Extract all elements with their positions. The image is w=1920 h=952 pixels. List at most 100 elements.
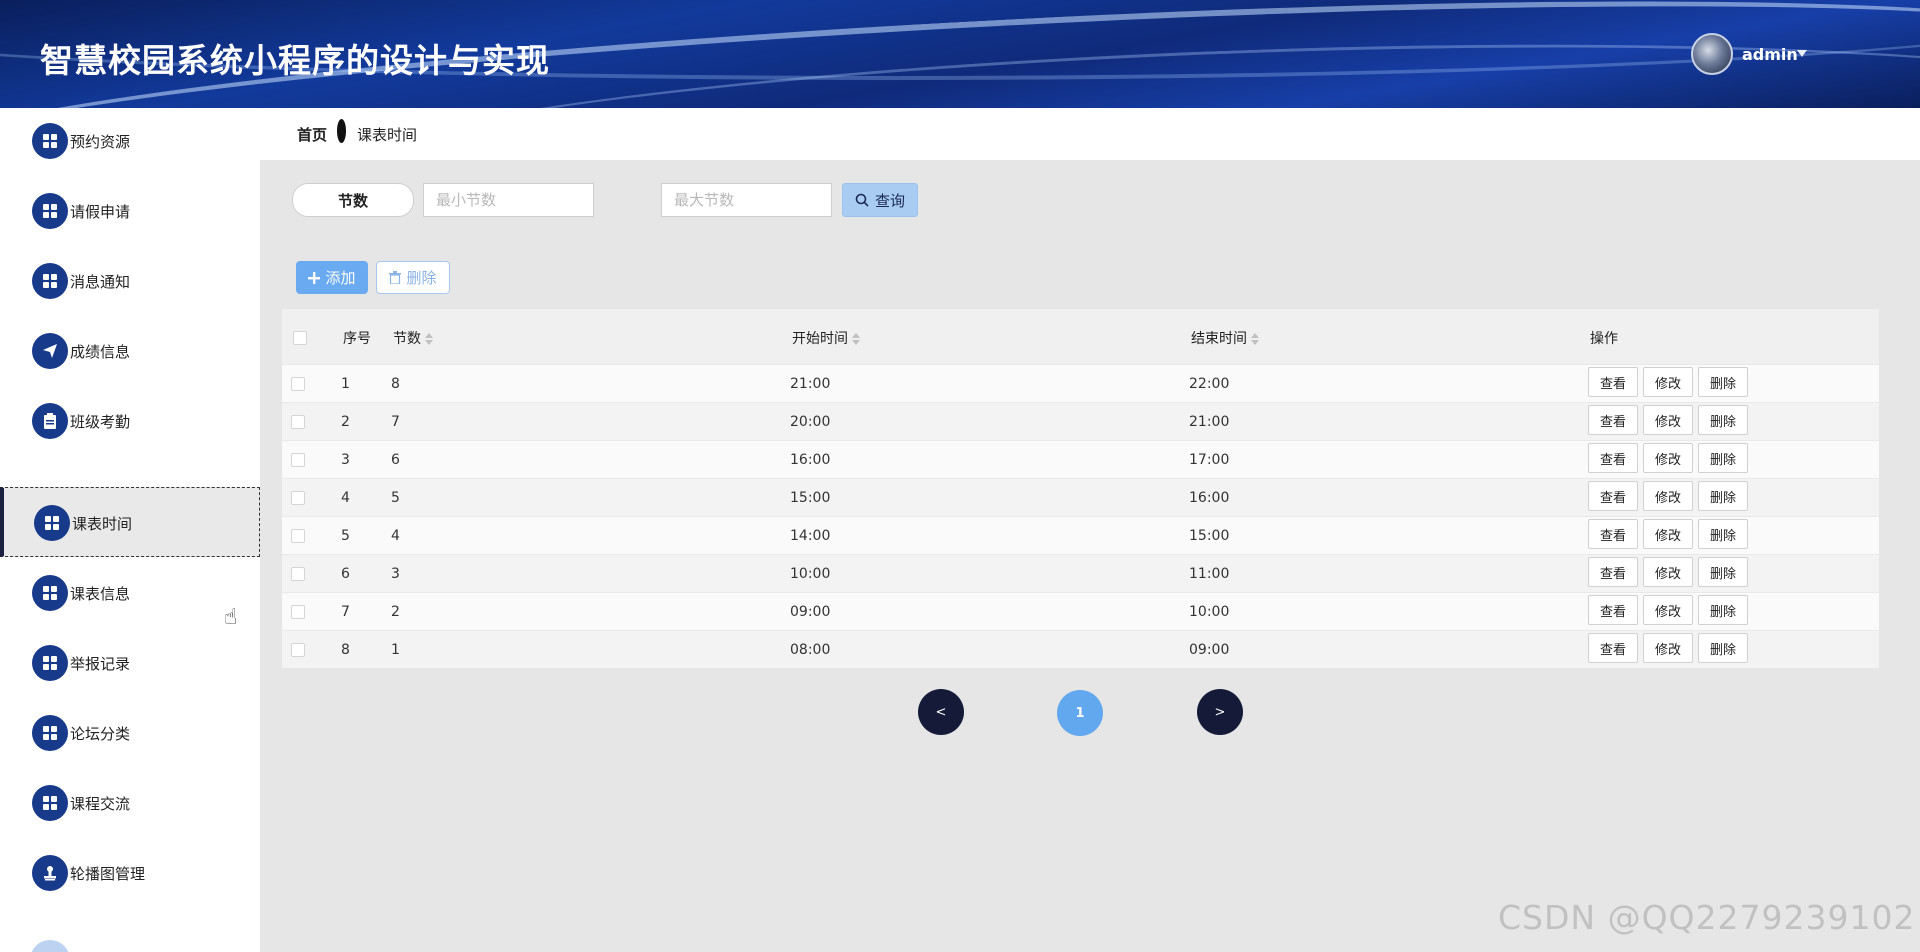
edit-button[interactable]: 修改 — [1643, 519, 1693, 549]
view-button[interactable]: 查看 — [1588, 633, 1638, 663]
row-checkbox[interactable] — [291, 377, 305, 391]
search-icon — [855, 193, 869, 207]
breadcrumb: 首页 课表时间 — [260, 108, 1920, 160]
view-button[interactable]: 查看 — [1588, 481, 1638, 511]
view-button[interactable]: 查看 — [1588, 557, 1638, 587]
sidebar-item-label: 预约资源 — [70, 133, 131, 151]
username-label[interactable]: admin — [1742, 45, 1798, 64]
edit-button[interactable]: 修改 — [1643, 633, 1693, 663]
sort-icon — [425, 332, 433, 346]
sidebar-item-notice[interactable]: 消息通知 — [0, 246, 260, 316]
delete-button[interactable]: 删除 — [1698, 367, 1748, 397]
sidebar-item-schedule-info[interactable]: 课表信息 — [0, 558, 260, 628]
delete-button[interactable]: 删除 — [1698, 481, 1748, 511]
column-header-index: 序号 — [343, 331, 371, 347]
page-number-current[interactable]: 1 — [1057, 690, 1103, 736]
sidebar-item-booking[interactable]: 预约资源 — [0, 108, 260, 176]
sidebar-item-carousel[interactable]: 轮播图管理 — [0, 838, 260, 908]
row-checkbox[interactable] — [291, 605, 305, 619]
cell-start-time: 09:00 — [790, 604, 831, 620]
edit-button[interactable]: 修改 — [1643, 405, 1693, 435]
cell-index: 4 — [341, 490, 350, 506]
grid-icon — [32, 715, 68, 751]
sidebar-item-label: 消息通知 — [70, 273, 131, 291]
caret-down-icon[interactable] — [1797, 50, 1807, 57]
batch-delete-button[interactable]: 删除 — [376, 261, 450, 294]
delete-button[interactable]: 删除 — [1698, 405, 1748, 435]
view-button[interactable]: 查看 — [1588, 443, 1638, 473]
sidebar-item-course-forum[interactable]: 课程交流 — [0, 768, 260, 838]
grid-icon — [32, 263, 68, 299]
grid-icon — [34, 505, 70, 541]
grid-icon — [32, 575, 68, 611]
cell-index: 1 — [341, 376, 350, 392]
view-button[interactable]: 查看 — [1588, 405, 1638, 435]
cell-end-time: 22:00 — [1189, 376, 1230, 392]
max-section-input[interactable] — [661, 183, 832, 217]
row-checkbox[interactable] — [291, 453, 305, 467]
cell-start-time: 14:00 — [790, 528, 831, 544]
view-button[interactable]: 查看 — [1588, 595, 1638, 625]
table-row: 6 3 10:00 11:00 查看 修改 删除 — [282, 554, 1879, 592]
cell-start-time: 15:00 — [790, 490, 831, 506]
cell-index: 2 — [341, 414, 350, 430]
delete-button[interactable]: 删除 — [1698, 519, 1748, 549]
query-button[interactable]: 查询 — [842, 183, 918, 217]
edit-button[interactable]: 修改 — [1643, 367, 1693, 397]
avatar[interactable] — [1691, 33, 1733, 75]
edit-button[interactable]: 修改 — [1643, 557, 1693, 587]
delete-button[interactable]: 删除 — [1698, 443, 1748, 473]
row-checkbox[interactable] — [291, 491, 305, 505]
view-button[interactable]: 查看 — [1588, 519, 1638, 549]
column-header-end[interactable]: 结束时间 — [1191, 328, 1259, 348]
table-header: 序号 节数 开始时间 结束时间 操作 — [282, 309, 1879, 364]
cell-end-time: 16:00 — [1189, 490, 1230, 506]
delete-button[interactable]: 删除 — [1698, 557, 1748, 587]
row-checkbox[interactable] — [291, 567, 305, 581]
cell-end-time: 11:00 — [1189, 566, 1230, 582]
edit-button[interactable]: 修改 — [1643, 595, 1693, 625]
prev-page-button[interactable]: < — [918, 689, 964, 735]
cell-start-time: 08:00 — [790, 642, 831, 658]
cell-section: 1 — [391, 642, 400, 658]
sidebar-item-partial[interactable] — [30, 940, 70, 952]
sidebar-item-leave[interactable]: 请假申请 — [0, 176, 260, 246]
grid-icon — [32, 123, 68, 159]
edit-button[interactable]: 修改 — [1643, 481, 1693, 511]
cell-start-time: 21:00 — [790, 376, 831, 392]
send-icon — [32, 333, 68, 369]
row-checkbox[interactable] — [291, 643, 305, 657]
select-all-checkbox[interactable] — [293, 331, 307, 345]
view-button[interactable]: 查看 — [1588, 367, 1638, 397]
search-field-label: 节数 — [292, 183, 414, 217]
sidebar-item-attendance[interactable]: 班级考勤 — [0, 386, 260, 456]
row-checkbox[interactable] — [291, 529, 305, 543]
add-button-label: 添加 — [325, 269, 356, 287]
sidebar-item-reports[interactable]: 举报记录 — [0, 628, 260, 698]
sidebar-item-grades[interactable]: 成绩信息 — [0, 316, 260, 386]
table-row: 4 5 15:00 16:00 查看 修改 删除 — [282, 478, 1879, 516]
breadcrumb-home[interactable]: 首页 — [297, 124, 327, 145]
next-page-button[interactable]: > — [1197, 689, 1243, 735]
min-section-input[interactable] — [423, 183, 594, 217]
edit-button[interactable]: 修改 — [1643, 443, 1693, 473]
sidebar-item-label: 成绩信息 — [70, 343, 131, 361]
cell-end-time: 15:00 — [1189, 528, 1230, 544]
table-row: 7 2 09:00 10:00 查看 修改 删除 — [282, 592, 1879, 630]
sidebar-item-schedule-time[interactable]: 课表时间 — [0, 487, 260, 557]
cell-end-time: 10:00 — [1189, 604, 1230, 620]
sidebar-item-label: 论坛分类 — [70, 725, 131, 743]
cell-section: 3 — [391, 566, 400, 582]
clipboard-icon — [32, 403, 68, 439]
delete-button[interactable]: 删除 — [1698, 595, 1748, 625]
cell-section: 6 — [391, 452, 400, 468]
grid-icon — [32, 645, 68, 681]
column-header-start[interactable]: 开始时间 — [792, 328, 860, 348]
cell-section: 5 — [391, 490, 400, 506]
add-button[interactable]: 添加 — [296, 261, 368, 294]
column-header-section[interactable]: 节数 — [393, 328, 433, 348]
cell-section: 8 — [391, 376, 400, 392]
delete-button[interactable]: 删除 — [1698, 633, 1748, 663]
row-checkbox[interactable] — [291, 415, 305, 429]
sidebar-item-forum-category[interactable]: 论坛分类 — [0, 698, 260, 768]
